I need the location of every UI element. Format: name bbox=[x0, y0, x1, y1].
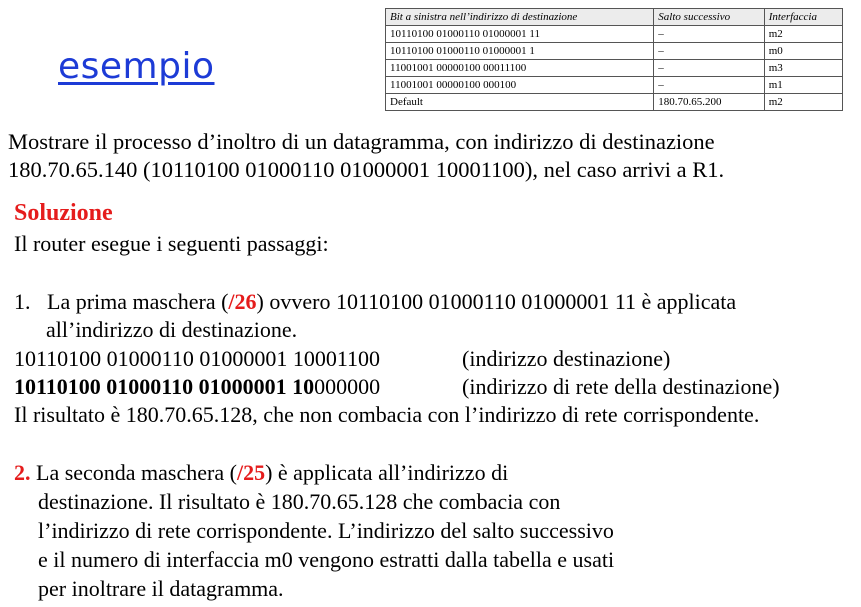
network-address-rest: 000000 bbox=[314, 374, 381, 399]
header-interface: Interfaccia bbox=[763, 8, 844, 26]
step2-line-3: l’indirizzo di rete corrispondente. L’in… bbox=[38, 518, 614, 543]
step1-pre: La prima maschera ( bbox=[47, 289, 229, 314]
table-row: 11001001 00000100 000100 – m1 bbox=[384, 76, 844, 94]
header-next-hop: Salto successivo bbox=[653, 8, 765, 26]
intro-line-1: Mostrare il processo d’inoltro di un dat… bbox=[8, 129, 715, 154]
step1-line-1: 1. La prima maschera (/26) ovvero 101101… bbox=[14, 288, 736, 316]
cell-prefix: 10110100 01000110 01000001 11 bbox=[384, 25, 655, 43]
table-row: 10110100 01000110 01000001 1 – m0 bbox=[384, 42, 844, 60]
step1-result: Il risultato è 180.70.65.128, che non co… bbox=[14, 402, 760, 427]
cell-interface: m2 bbox=[763, 93, 844, 111]
step1-post: ) ovvero 10110100 01000110 01000001 11 è… bbox=[256, 289, 737, 314]
routing-table: Bit a sinistra nell’indirizzo di destina… bbox=[384, 8, 844, 111]
cell-next-hop: – bbox=[653, 25, 765, 43]
cell-prefix: 11001001 00000100 00011100 bbox=[384, 59, 655, 77]
cell-interface: m0 bbox=[763, 42, 844, 60]
step1-line-2: all’indirizzo di destinazione. bbox=[46, 317, 298, 342]
step2-line-5: per inoltrare il datagramma. bbox=[38, 576, 284, 601]
cell-prefix: Default bbox=[384, 93, 655, 111]
step1-mask: /26 bbox=[228, 289, 257, 314]
cell-prefix: 11001001 00000100 000100 bbox=[384, 76, 655, 94]
cell-interface: m1 bbox=[763, 76, 844, 94]
table-header-row: Bit a sinistra nell’indirizzo di destina… bbox=[384, 8, 844, 26]
cell-next-hop: 180.70.65.200 bbox=[653, 93, 765, 111]
solution-heading: Soluzione bbox=[14, 200, 113, 226]
table-row: 10110100 01000110 01000001 11 – m2 bbox=[384, 25, 844, 43]
step2-line-4: e il numero di interfaccia m0 vengono es… bbox=[38, 547, 615, 572]
network-address-note: (indirizzo di rete della destinazione) bbox=[462, 374, 780, 399]
step2-pre: La seconda maschera ( bbox=[30, 460, 237, 485]
cell-interface: m2 bbox=[763, 25, 844, 43]
cell-interface: m3 bbox=[763, 59, 844, 77]
address-line-2: 10110100 01000110 01000001 10000000 (ind… bbox=[14, 373, 844, 401]
destination-address-note: (indirizzo destinazione) bbox=[462, 346, 671, 371]
step1-number: 1. bbox=[14, 289, 31, 314]
step2-post: ) è applicata all’indirizzo di bbox=[265, 460, 509, 485]
destination-address: 10110100 01000110 01000001 10001100 bbox=[14, 346, 381, 371]
table-row: Default 180.70.65.200 m2 bbox=[384, 93, 844, 111]
address-line-1: 10110100 01000110 01000001 10001100 (ind… bbox=[14, 345, 844, 373]
header-prefix: Bit a sinistra nell’indirizzo di destina… bbox=[384, 8, 655, 26]
cell-prefix: 10110100 01000110 01000001 1 bbox=[384, 42, 655, 60]
intro-line-2: 180.70.65.140 (10110100 01000110 0100000… bbox=[8, 157, 725, 182]
solution-lead: Il router esegue i seguenti passaggi: bbox=[14, 231, 329, 256]
cell-next-hop: – bbox=[653, 59, 765, 77]
step2-line-2: destinazione. Il risultato è 180.70.65.1… bbox=[38, 489, 561, 514]
step2-number: 2. bbox=[14, 460, 31, 485]
table-row: 11001001 00000100 00011100 – m3 bbox=[384, 59, 844, 77]
page-title: esempio bbox=[58, 46, 215, 87]
cell-next-hop: – bbox=[653, 76, 765, 94]
step2-line-1: 2. La seconda maschera (/25) è applicata… bbox=[14, 459, 508, 487]
cell-next-hop: – bbox=[653, 42, 765, 60]
network-address-bold: 10110100 01000110 01000001 10 bbox=[14, 374, 315, 399]
step2-mask: /25 bbox=[236, 460, 266, 485]
